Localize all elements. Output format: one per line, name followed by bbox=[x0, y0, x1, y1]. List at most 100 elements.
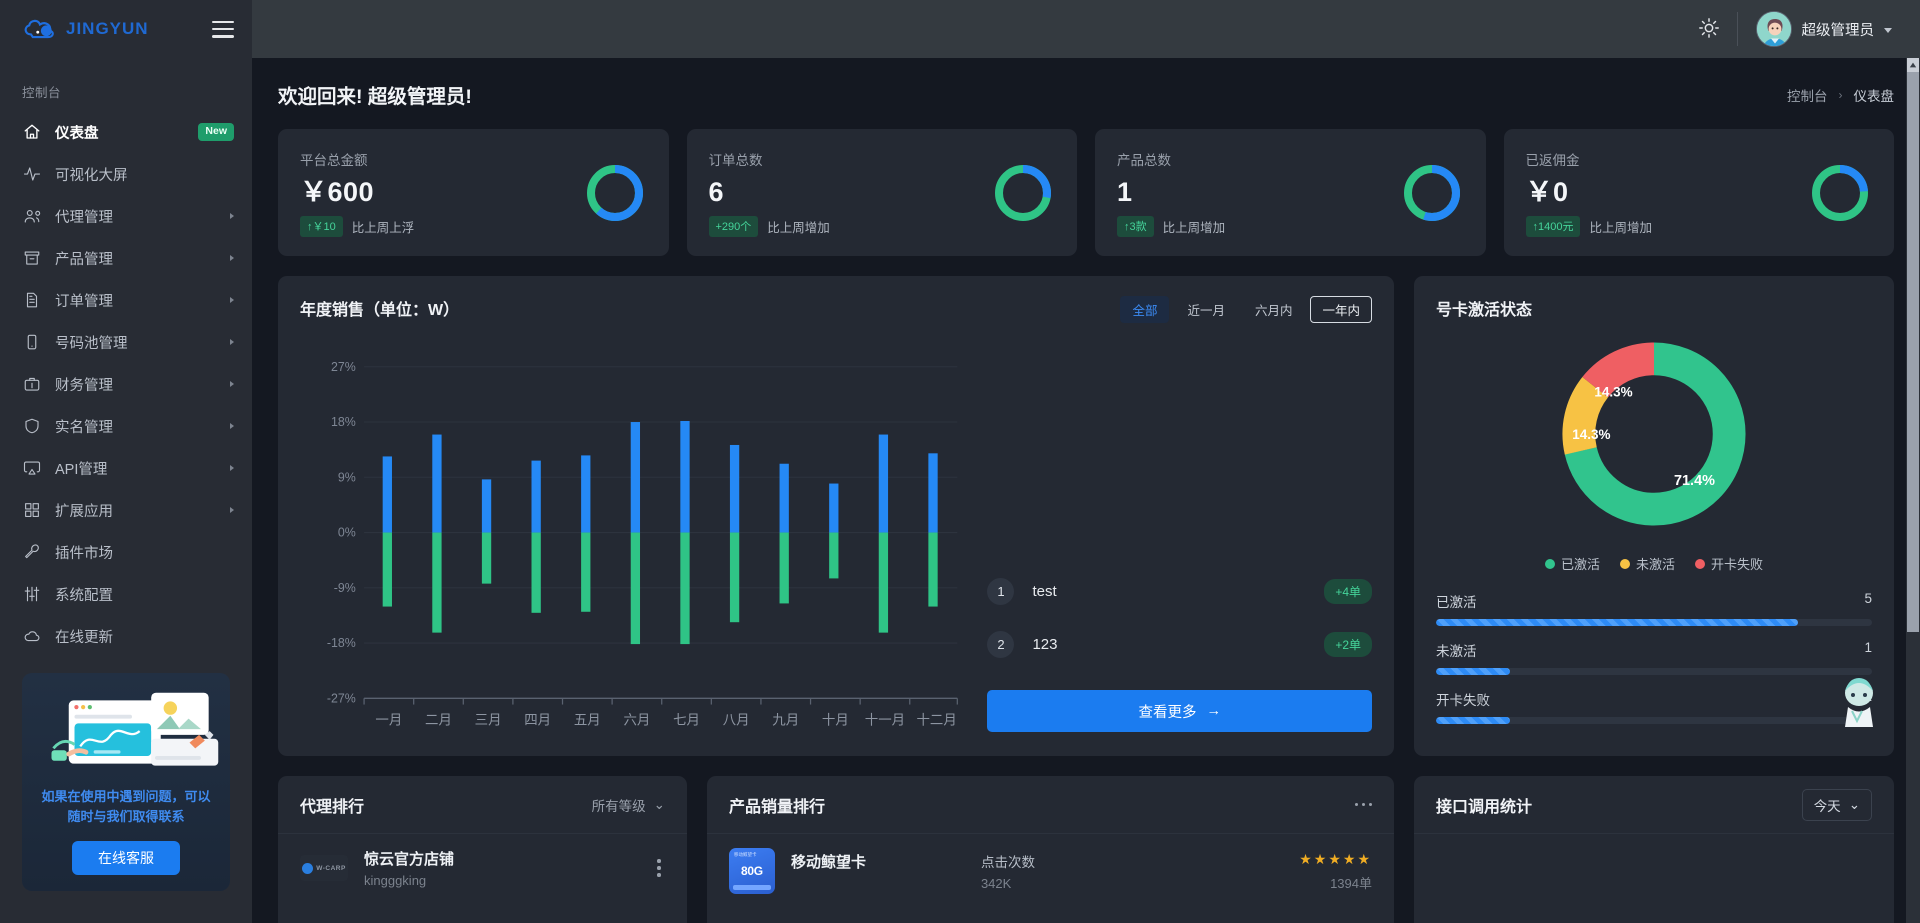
theme-toggle-button[interactable] bbox=[1681, 0, 1737, 58]
svg-text:-9%: -9% bbox=[334, 581, 356, 595]
range-option-one-year[interactable]: 一年内 bbox=[1310, 296, 1372, 323]
legend-label: 已激活 bbox=[1560, 557, 1600, 572]
ellipsis-icon[interactable] bbox=[1354, 802, 1372, 807]
stat-title: 平台总金额 bbox=[300, 152, 368, 168]
stat-card-returned-commission: 已返佣金 ￥0 ↑1400元 比上周增加 bbox=[1503, 129, 1894, 256]
sidebar-item-finance-mgmt[interactable]: 财务管理 bbox=[0, 363, 252, 405]
sidebar-item-label: 号码池管理 bbox=[55, 335, 128, 352]
sidebar-item-realname-mgmt[interactable]: 实名管理 bbox=[0, 405, 252, 447]
stat-card-grid: 平台总金额 ￥600 ↑￥10 比上周上浮 订单总数 6 +290个 比上周增加… bbox=[278, 129, 1894, 256]
activity-icon bbox=[22, 165, 41, 184]
shop-logo-text: W-CARP bbox=[316, 864, 346, 872]
vertical-scrollbar[interactable] bbox=[1906, 58, 1920, 923]
svg-text:9%: 9% bbox=[338, 470, 356, 484]
chevron-right-icon bbox=[230, 339, 234, 345]
brand-logo[interactable]: JINGYUN bbox=[22, 16, 149, 42]
svg-text:七月: 七月 bbox=[673, 712, 700, 727]
sidebar-item-plugin-market[interactable]: 插件市场 bbox=[0, 531, 252, 573]
chevron-down-icon: ⌄ bbox=[653, 796, 665, 812]
svg-text:14.3%: 14.3% bbox=[1572, 427, 1610, 442]
brand-name: JINGYUN bbox=[66, 19, 149, 38]
svg-text:0%: 0% bbox=[338, 526, 356, 540]
filter-label: 所有等级 bbox=[591, 798, 646, 814]
sidebar-item-agent-mgmt[interactable]: 代理管理 bbox=[0, 195, 252, 237]
filter-label: 今天 bbox=[1813, 798, 1841, 814]
wrench-icon bbox=[22, 543, 41, 562]
progress-fill bbox=[1436, 619, 1798, 626]
sidebar-item-product-mgmt[interactable]: 产品管理 bbox=[0, 237, 252, 279]
sidebar-collapse-toggle[interactable] bbox=[212, 20, 234, 38]
legend-item-inactive[interactable]: 未激活 bbox=[1619, 554, 1675, 573]
view-more-button[interactable]: 查看更多 → bbox=[987, 690, 1372, 732]
legend-item-failed[interactable]: 开卡失败 bbox=[1695, 554, 1763, 573]
cloud-infinity-logo-icon bbox=[22, 16, 58, 42]
product-name: 移动鲸望卡 bbox=[790, 853, 866, 871]
range-option-six-months[interactable]: 六月内 bbox=[1243, 296, 1305, 323]
shop-logo-icon: W-CARP bbox=[300, 855, 348, 881]
chevron-right-icon: › bbox=[1838, 87, 1843, 102]
list-item[interactable]: 1 test +4单 bbox=[987, 578, 1372, 605]
table-row[interactable]: W-CARP 惊云官方店铺 kingggking bbox=[278, 834, 687, 888]
main-area: 超级管理员 欢迎回来! 超级管理员! 控制台 › 仪表盘 平台总金额 ￥600 bbox=[252, 0, 1920, 923]
sidebar-item-label: API管理 bbox=[55, 461, 108, 478]
chevron-right-icon bbox=[230, 297, 234, 303]
rank-name: 123 bbox=[1032, 636, 1058, 653]
chevron-down-icon bbox=[1884, 27, 1892, 33]
list-item[interactable]: 2 123 +2单 bbox=[987, 631, 1372, 658]
sidebar-item-label: 实名管理 bbox=[55, 419, 113, 436]
sidebar-item-system-config[interactable]: 系统配置 bbox=[0, 573, 252, 615]
progress-value: 1 bbox=[1864, 640, 1872, 655]
range-option-all[interactable]: 全部 bbox=[1120, 296, 1170, 323]
agent-order-rank-list: 1 test +4单 2 123 +2单 查看更多 → bbox=[961, 323, 1372, 740]
stat-note: 比上周增加 bbox=[1162, 220, 1226, 235]
progress-label: 开卡失败 bbox=[1436, 693, 1490, 708]
online-support-button[interactable]: 在线客服 bbox=[72, 841, 180, 876]
stat-card-total-products: 产品总数 1 ↑3款 比上周增加 bbox=[1095, 129, 1486, 256]
scrollbar-thumb[interactable] bbox=[1907, 72, 1919, 632]
stat-delta-badge: ↑3款 bbox=[1117, 215, 1154, 237]
progress-track bbox=[1436, 619, 1872, 626]
user-menu[interactable]: 超级管理员 bbox=[1738, 11, 1899, 47]
sidebar-item-label: 可视化大屏 bbox=[55, 167, 128, 184]
svg-text:十一月: 十一月 bbox=[865, 712, 905, 727]
sidebar-item-extensions[interactable]: 扩展应用 bbox=[0, 489, 252, 531]
range-option-last-month[interactable]: 近一月 bbox=[1175, 296, 1237, 323]
sidebar-item-label: 财务管理 bbox=[55, 377, 113, 394]
grid-icon bbox=[22, 501, 41, 520]
rank-delta-badge: +2单 bbox=[1324, 632, 1372, 657]
stat-value: 1 bbox=[1117, 176, 1133, 207]
sidebar-item-number-pool[interactable]: 号码池管理 bbox=[0, 321, 252, 363]
sun-icon bbox=[1698, 17, 1720, 42]
chevron-right-icon bbox=[230, 213, 234, 219]
chevron-right-icon bbox=[230, 465, 234, 471]
shield-icon bbox=[22, 417, 41, 436]
stat-title: 已返佣金 bbox=[1525, 152, 1580, 168]
sidebar-item-visual-screen[interactable]: 可视化大屏 bbox=[0, 153, 252, 195]
sidebar-logo-row: JINGYUN bbox=[0, 0, 252, 58]
sidebar-item-label: 在线更新 bbox=[55, 629, 113, 646]
sidebar-item-order-mgmt[interactable]: 订单管理 bbox=[0, 279, 252, 321]
agent-level-filter[interactable]: 所有等级 ⌄ bbox=[592, 795, 665, 815]
chevron-right-icon bbox=[230, 381, 234, 387]
stat-note: 比上周增加 bbox=[1589, 220, 1652, 235]
sidebar-item-online-update[interactable]: 在线更新 bbox=[0, 615, 252, 657]
vertical-dots-icon[interactable] bbox=[653, 855, 665, 881]
avatar bbox=[1755, 11, 1792, 47]
table-row[interactable]: 移动鲸望卡 80G 移动鲸望卡 点击次数 342K ★★★★★ 1394单 bbox=[707, 834, 1394, 894]
rank-name: test bbox=[1032, 583, 1057, 600]
sidebar-item-api-mgmt[interactable]: API管理 bbox=[0, 447, 252, 489]
sidebar-item-dashboard[interactable]: 仪表盘 New bbox=[0, 111, 252, 153]
airplay-icon bbox=[22, 459, 41, 478]
api-date-filter[interactable]: 今天 ⌄ bbox=[1801, 788, 1872, 821]
product-thumbnail: 移动鲸望卡 80G bbox=[728, 848, 775, 894]
user-name: 超级管理员 bbox=[1801, 22, 1875, 39]
legend-item-activated[interactable]: 已激活 bbox=[1544, 554, 1600, 573]
breadcrumb-item-current: 仪表盘 bbox=[1853, 88, 1895, 104]
metric-value: 342K bbox=[980, 875, 1012, 891]
progress-track bbox=[1436, 668, 1872, 675]
scroll-up-arrow[interactable] bbox=[1907, 58, 1919, 72]
rank-number: 2 bbox=[987, 631, 1015, 658]
sidebar-nav: 控制台 仪表盘 New 可视化大屏 代理管理 产品管理 订单管理 号码池管理 财… bbox=[0, 58, 252, 923]
content-scroll-region[interactable]: 欢迎回来! 超级管理员! 控制台 › 仪表盘 平台总金额 ￥600 ↑￥10 比… bbox=[252, 58, 1920, 923]
breadcrumb-item-root[interactable]: 控制台 bbox=[1787, 85, 1828, 105]
